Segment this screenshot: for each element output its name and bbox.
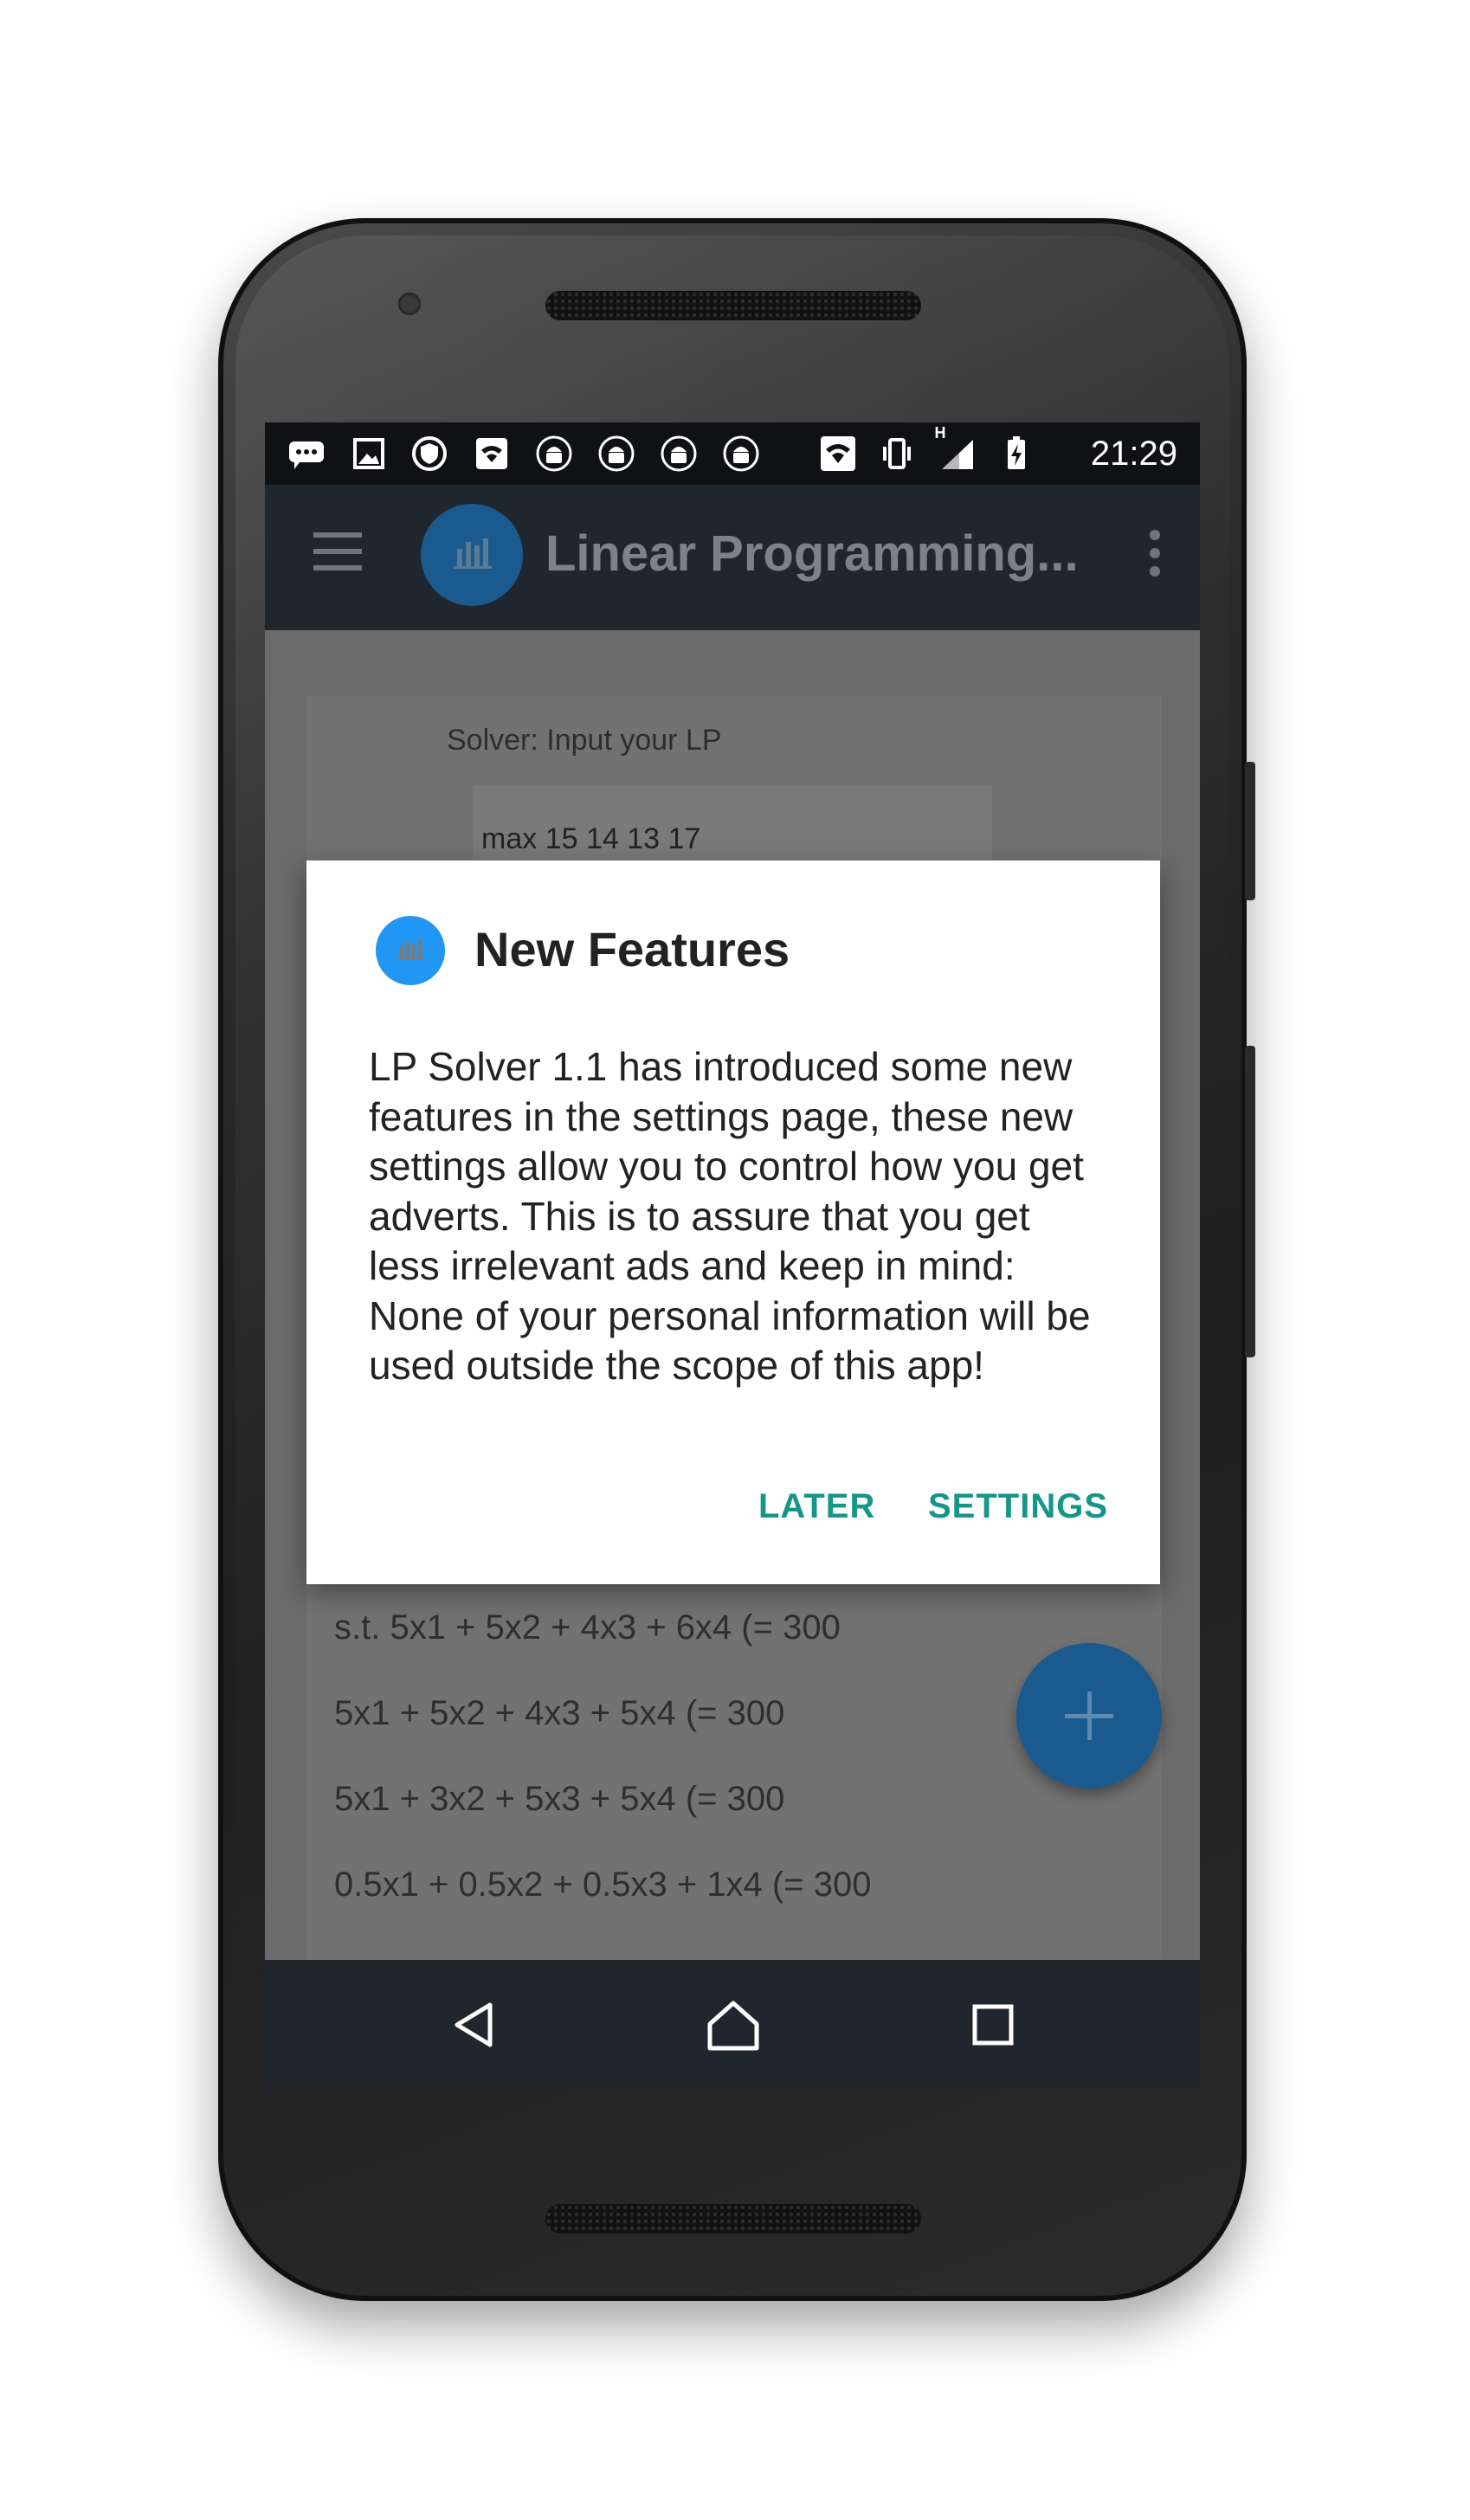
add-fab-button[interactable]	[1016, 1643, 1162, 1788]
network-type-label: H	[934, 424, 946, 441]
app-title: Linear Programming...	[545, 525, 1079, 582]
wifi-icon	[819, 435, 857, 473]
android-icon	[722, 435, 760, 473]
recents-icon[interactable]	[963, 1995, 1023, 2055]
android-icon	[535, 435, 573, 473]
chart-icon	[454, 538, 492, 569]
more-options-icon[interactable]	[1150, 530, 1160, 577]
top-speaker	[545, 291, 921, 320]
settings-button[interactable]: SETTINGS	[928, 1487, 1108, 1526]
new-features-dialog: New Features LP Solver 1.1 has introduce…	[306, 860, 1160, 1584]
solver-label: Solver: Input your LP	[447, 724, 722, 757]
android-icon	[660, 435, 698, 473]
vibrate-icon	[878, 435, 916, 473]
objective-text: max 15 14 13 17	[481, 822, 701, 855]
dialog-message: LP Solver 1.1 has introduced some new fe…	[369, 1044, 1091, 1388]
home-icon[interactable]	[703, 1995, 764, 2055]
constraint-1: s.t. 5x1 + 5x2 + 4x3 + 6x4 (= 300	[334, 1608, 841, 1647]
volume-button	[1245, 762, 1255, 900]
constraint-4: 0.5x1 + 0.5x2 + 0.5x3 + 1x4 (= 300	[334, 1866, 872, 1904]
shield-icon	[410, 435, 448, 473]
later-button[interactable]: LATER	[758, 1487, 875, 1526]
constraint-2: 5x1 + 5x2 + 4x3 + 5x4 (= 300	[334, 1694, 785, 1732]
android-icon	[597, 435, 635, 473]
app-bar: Linear Programming...	[265, 485, 1200, 630]
menu-icon[interactable]	[313, 532, 362, 570]
image-icon	[350, 435, 388, 473]
front-camera	[398, 293, 421, 315]
dialog-title: New Features	[474, 922, 790, 976]
wifi-box-icon	[473, 435, 511, 473]
back-icon[interactable]	[445, 1995, 506, 2055]
app-logo	[421, 504, 523, 606]
message-icon	[287, 435, 326, 473]
constraint-3: 5x1 + 3x2 + 5x3 + 5x4 (= 300	[334, 1780, 785, 1818]
plus-icon	[1065, 1692, 1113, 1740]
clock: 21:29	[1090, 435, 1177, 473]
chart-icon	[398, 940, 424, 959]
navigation-bar	[265, 1960, 1200, 2088]
battery-charging-icon	[997, 435, 1035, 473]
status-bar: H 21:29	[265, 422, 1200, 485]
dialog-app-icon	[376, 916, 445, 985]
power-button	[1245, 1046, 1255, 1357]
bottom-speaker	[545, 2204, 921, 2233]
